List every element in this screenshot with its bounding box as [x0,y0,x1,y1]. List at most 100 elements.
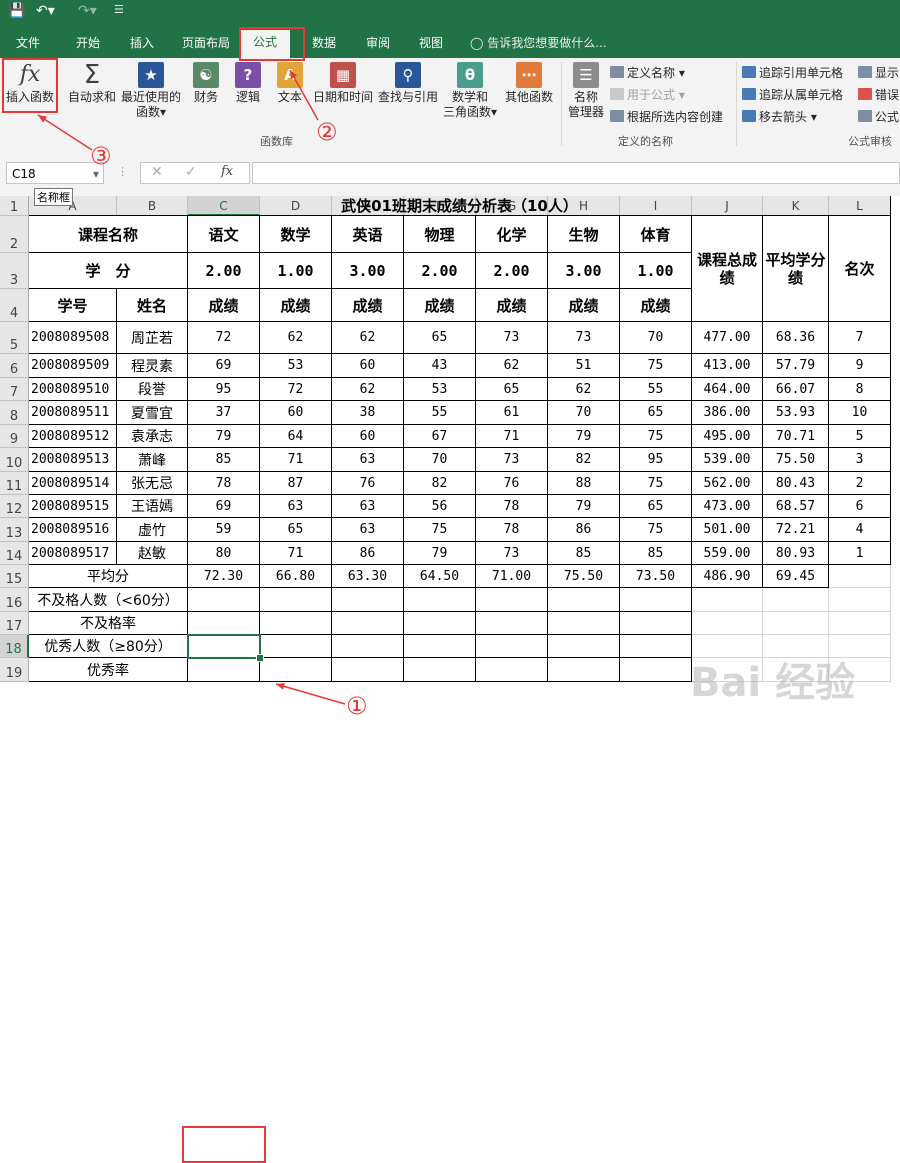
excellent-rate-label[interactable]: 优秀率 [29,658,188,682]
row-header-18[interactable]: 18 [0,635,29,658]
student-name-header[interactable]: 姓名 [117,289,188,322]
score-cell[interactable]: 62 [476,354,548,378]
insert-function-button[interactable]: fx 插入函数 [2,62,58,105]
rank-cell[interactable]: 9 [829,354,891,378]
credit-value[interactable]: 2.00 [476,253,548,289]
empty-cell[interactable] [829,565,891,588]
score-header[interactable]: 成绩 [620,289,692,322]
empty-cell[interactable] [692,612,763,635]
avg-cell[interactable]: 80.43 [763,472,829,495]
total-score-header[interactable]: 课程总成绩 [692,216,763,322]
score-cell[interactable]: 73 [476,448,548,472]
student-name-cell[interactable]: 赵敏 [117,542,188,565]
evaluate-formula-button[interactable]: 公式 [858,108,899,125]
score-cell[interactable]: 78 [476,495,548,518]
average-cell[interactable]: 64.50 [404,565,476,588]
row-header-15[interactable]: 15 [0,565,29,588]
score-cell[interactable]: 43 [404,354,476,378]
text-button[interactable]: A 文本 [270,62,310,105]
student-name-cell[interactable]: 张无忌 [117,472,188,495]
tell-me-search[interactable]: ◯ 告诉我您想要做什么... [470,34,607,51]
score-cell[interactable]: 63 [332,495,404,518]
score-cell[interactable]: 65 [260,518,332,542]
credit-value[interactable]: 1.00 [260,253,332,289]
remove-arrows-button[interactable]: 移去箭头 ▾ [742,108,817,125]
score-cell[interactable]: 62 [332,378,404,401]
math-trig-button[interactable]: θ 数学和 三角函数▾ [442,62,498,120]
score-cell[interactable]: 79 [188,425,260,448]
student-id-cell[interactable]: 2008089516 [29,518,117,542]
avg-cell[interactable]: 53.93 [763,401,829,425]
score-cell[interactable]: 87 [260,472,332,495]
row-header-4[interactable]: 4 [0,289,29,322]
empty-cell[interactable] [332,635,404,658]
score-cell[interactable]: 72 [188,322,260,354]
avg-credit-score-header[interactable]: 平均学分绩 [763,216,829,322]
empty-cell[interactable] [404,635,476,658]
row-header-12[interactable]: 12 [0,495,29,518]
excellent-count-label[interactable]: 优秀人数（≥80分） [29,635,188,658]
score-cell[interactable]: 55 [620,378,692,401]
avg-cell[interactable]: 72.21 [763,518,829,542]
score-cell[interactable]: 62 [332,322,404,354]
credit-value[interactable]: 3.00 [548,253,620,289]
score-cell[interactable]: 73 [476,542,548,565]
avg-cell[interactable]: 75.50 [763,448,829,472]
row-header-14[interactable]: 14 [0,542,29,565]
score-cell[interactable]: 79 [404,542,476,565]
subject-header[interactable]: 数学 [260,216,332,253]
empty-cell[interactable] [260,612,332,635]
subject-header[interactable]: 体育 [620,216,692,253]
customize-quick-access-icon[interactable]: ☰ [114,3,124,16]
score-cell[interactable]: 75 [404,518,476,542]
empty-cell[interactable] [829,612,891,635]
score-cell[interactable]: 62 [548,378,620,401]
empty-cell[interactable] [548,635,620,658]
fail-rate-label[interactable]: 不及格率 [29,612,188,635]
subject-header[interactable]: 英语 [332,216,404,253]
drag-handle-icon[interactable]: ⋮ [117,165,128,178]
score-cell[interactable]: 72 [260,378,332,401]
lookup-reference-button[interactable]: ⚲ 查找与引用 [376,62,440,105]
row-header-13[interactable]: 13 [0,518,29,542]
total-cell[interactable]: 539.00 [692,448,763,472]
score-cell[interactable]: 53 [260,354,332,378]
score-cell[interactable]: 60 [260,401,332,425]
student-name-cell[interactable]: 王语嫣 [117,495,188,518]
credit-value[interactable]: 2.00 [188,253,260,289]
row-header-17[interactable]: 17 [0,612,29,635]
financial-button[interactable]: ☯ 财务 [186,62,226,105]
score-cell[interactable]: 67 [404,425,476,448]
total-cell[interactable]: 473.00 [692,495,763,518]
logical-button[interactable]: ? 逻辑 [228,62,268,105]
score-cell[interactable]: 78 [188,472,260,495]
empty-cell[interactable] [476,588,548,612]
score-cell[interactable]: 60 [332,354,404,378]
tab-home[interactable]: 开始 [76,34,100,51]
average-cell[interactable]: 71.00 [476,565,548,588]
score-cell[interactable]: 76 [332,472,404,495]
average-cell[interactable]: 72.30 [188,565,260,588]
tab-file[interactable]: 文件 [16,34,40,51]
empty-cell[interactable] [476,658,548,682]
avg-cell[interactable]: 66.07 [763,378,829,401]
fail-count-label[interactable]: 不及格人数（<60分） [29,588,188,612]
avg-cell[interactable]: 80.93 [763,542,829,565]
subject-header[interactable]: 生物 [548,216,620,253]
score-cell[interactable]: 73 [476,322,548,354]
subject-header[interactable]: 语文 [188,216,260,253]
empty-cell[interactable] [260,588,332,612]
sheet-title[interactable]: 武侠01班期末成绩分析表（10人） [29,196,891,216]
score-cell[interactable]: 61 [476,401,548,425]
rank-cell[interactable]: 2 [829,472,891,495]
score-cell[interactable]: 82 [548,448,620,472]
fill-handle[interactable] [256,654,264,662]
insert-function-fx-icon[interactable]: fx [221,164,233,179]
student-id-cell[interactable]: 2008089510 [29,378,117,401]
score-cell[interactable]: 78 [476,518,548,542]
average-cell[interactable]: 66.80 [260,565,332,588]
undo-icon[interactable]: ↶▾ [36,3,55,19]
empty-cell[interactable] [476,612,548,635]
score-cell[interactable]: 86 [332,542,404,565]
create-from-selection-button[interactable]: 根据所选内容创建 [610,108,723,125]
